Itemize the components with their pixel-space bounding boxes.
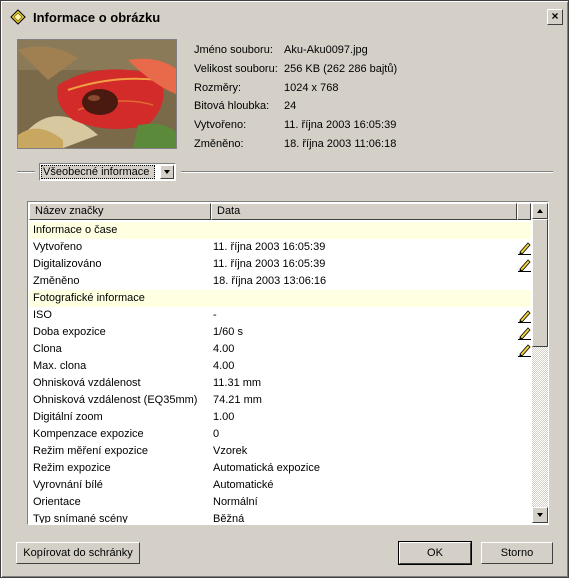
table-row[interactable]: Kompenzace expozice 0	[29, 426, 531, 443]
table-row[interactable]: Změněno 18. října 2003 13:06:16	[29, 273, 531, 290]
scroll-up-icon[interactable]	[532, 203, 548, 219]
close-icon: ×	[551, 9, 559, 23]
tag-name-cell: Změněno	[33, 275, 80, 287]
table-row[interactable]: Režim měření expozice Vzorek	[29, 443, 531, 460]
file-size-value: 256 KB (262 286 bajtů)	[284, 63, 398, 75]
table-row[interactable]: Doba expozice 1/60 s	[29, 324, 531, 341]
table-row[interactable]: Ohnisková vzdálenost 11.31 mm	[29, 375, 531, 392]
table-row[interactable]: Režim expozice Automatická expozice	[29, 460, 531, 477]
tag-name-cell: Orientace	[33, 496, 81, 508]
copy-to-clipboard-button[interactable]: Kopírovat do schránky	[16, 542, 140, 564]
modified-value: 18. října 2003 11:06:18	[284, 138, 397, 150]
tag-data-cell: 18. října 2003 13:06:16	[213, 275, 327, 287]
tag-data-cell: 11. října 2003 16:05:39	[213, 258, 326, 270]
title-bar[interactable]: Informace o obrázku ×	[3, 3, 566, 31]
tag-name-cell: ISO	[33, 309, 52, 321]
tag-name-cell: Režim měření expozice	[33, 445, 148, 457]
table-row[interactable]: Digitalizováno 11. října 2003 16:05:39	[29, 256, 531, 273]
edit-pencil-icon[interactable]	[517, 240, 531, 255]
tag-data-cell: -	[213, 309, 217, 321]
column-header-tag-name[interactable]: Název značky	[29, 203, 211, 220]
tag-name-cell: Vyrovnání bílé	[33, 479, 103, 491]
tag-name-cell: Digitalizováno	[33, 258, 102, 270]
table-row[interactable]: Digitální zoom 1.00	[29, 409, 531, 426]
table-row[interactable]: Typ snímané scény Běžná	[29, 511, 531, 523]
tag-data-cell: Normální	[213, 496, 258, 508]
table-row[interactable]: Vyrovnání bílé Automatické	[29, 477, 531, 494]
table-row[interactable]: Ohnisková vzdálenost (EQ35mm) 74.21 mm	[29, 392, 531, 409]
edit-pencil-icon[interactable]	[517, 257, 531, 272]
tag-list[interactable]: Název značky Data Informace o čase Vytvoř…	[27, 201, 549, 525]
section-row[interactable]: Informace o čase	[29, 222, 531, 239]
separator-right	[181, 171, 553, 173]
tag-data-cell: 1.00	[213, 411, 235, 423]
tag-name-cell: Digitální zoom	[33, 411, 103, 423]
tag-name-cell: Informace o čase	[33, 224, 118, 236]
tag-data-cell: Automatické	[213, 479, 274, 491]
tag-data-cell: 74.21 mm	[213, 394, 262, 406]
ok-button[interactable]: OK	[398, 541, 472, 565]
tag-name-cell: Max. clona	[33, 360, 87, 372]
table-row[interactable]: Clona 4.00	[29, 341, 531, 358]
image-info-dialog: Informace o obrázku × Jméno souboru: Aku…	[0, 0, 569, 578]
scroll-thumb[interactable]	[532, 219, 548, 347]
file-name-value: Aku-Aku0097.jpg	[284, 44, 368, 56]
tag-data-cell: Vzorek	[213, 445, 248, 457]
column-header-data[interactable]: Data	[211, 203, 517, 220]
tag-name-cell: Režim expozice	[33, 462, 111, 474]
scroll-down-icon[interactable]	[532, 507, 548, 523]
table-row[interactable]: Max. clona 4.00	[29, 358, 531, 375]
close-button[interactable]: ×	[547, 9, 563, 25]
tag-data-cell: 11. října 2003 16:05:39	[213, 241, 326, 253]
created-value: 11. října 2003 16:05:39	[284, 119, 397, 131]
vertical-scrollbar[interactable]	[532, 203, 548, 523]
category-dropdown-value: Všeobecné informace	[41, 165, 155, 179]
modified-label: Změněno:	[194, 138, 244, 150]
tag-name-cell: Fotografické informace	[33, 292, 145, 304]
separator-left	[17, 171, 35, 173]
dimensions-value: 1024 x 768	[284, 82, 339, 94]
tag-data-cell: 4.00	[213, 360, 235, 372]
dimensions-label: Rozměry:	[194, 82, 242, 94]
tag-data-cell: 4.00	[213, 343, 235, 355]
tag-list-content: Název značky Data Informace o čase Vytvoř…	[29, 203, 531, 523]
tag-data-cell: 11.31 mm	[213, 377, 262, 389]
tag-data-cell: Běžná	[213, 513, 245, 523]
tag-name-cell: Kompenzace expozice	[33, 428, 144, 440]
tag-name-cell: Ohnisková vzdálenost	[33, 377, 141, 389]
tag-data-cell: 0	[213, 428, 220, 440]
bit-depth-label: Bitová hloubka:	[194, 100, 270, 112]
scroll-track[interactable]	[532, 347, 548, 507]
thumbnail-picture	[18, 40, 176, 148]
created-label: Vytvořeno:	[194, 119, 247, 131]
table-row[interactable]: ISO -	[29, 307, 531, 324]
section-row[interactable]: Fotografické informace	[29, 290, 531, 307]
file-name-label: Jméno souboru:	[194, 44, 273, 56]
chevron-down-icon[interactable]	[160, 165, 174, 179]
edit-pencil-icon[interactable]	[517, 308, 531, 323]
tag-name-cell: Clona	[33, 343, 62, 355]
table-row[interactable]: Vytvořeno 11. října 2003 16:05:39	[29, 239, 531, 256]
edit-pencil-icon[interactable]	[517, 325, 531, 340]
column-header-filler	[517, 203, 531, 220]
app-diamond-icon	[10, 9, 26, 25]
tag-data-cell: Automatická expozice	[213, 462, 320, 474]
tag-name-cell: Doba expozice	[33, 326, 106, 338]
tag-name-cell: Typ snímané scény	[33, 513, 128, 523]
file-size-label: Velikost souboru:	[194, 63, 278, 75]
category-dropdown[interactable]: Všeobecné informace	[39, 163, 176, 181]
edit-pencil-icon[interactable]	[517, 342, 531, 357]
image-thumbnail	[17, 39, 177, 149]
table-row[interactable]: Orientace Normální	[29, 494, 531, 511]
bit-depth-value: 24	[284, 100, 297, 112]
window-title: Informace o obrázku	[33, 10, 161, 25]
tag-name-cell: Vytvořeno	[33, 241, 83, 253]
tag-data-cell: 1/60 s	[213, 326, 243, 338]
tag-name-cell: Ohnisková vzdálenost (EQ35mm)	[33, 394, 198, 406]
cancel-button[interactable]: Storno	[481, 542, 553, 564]
